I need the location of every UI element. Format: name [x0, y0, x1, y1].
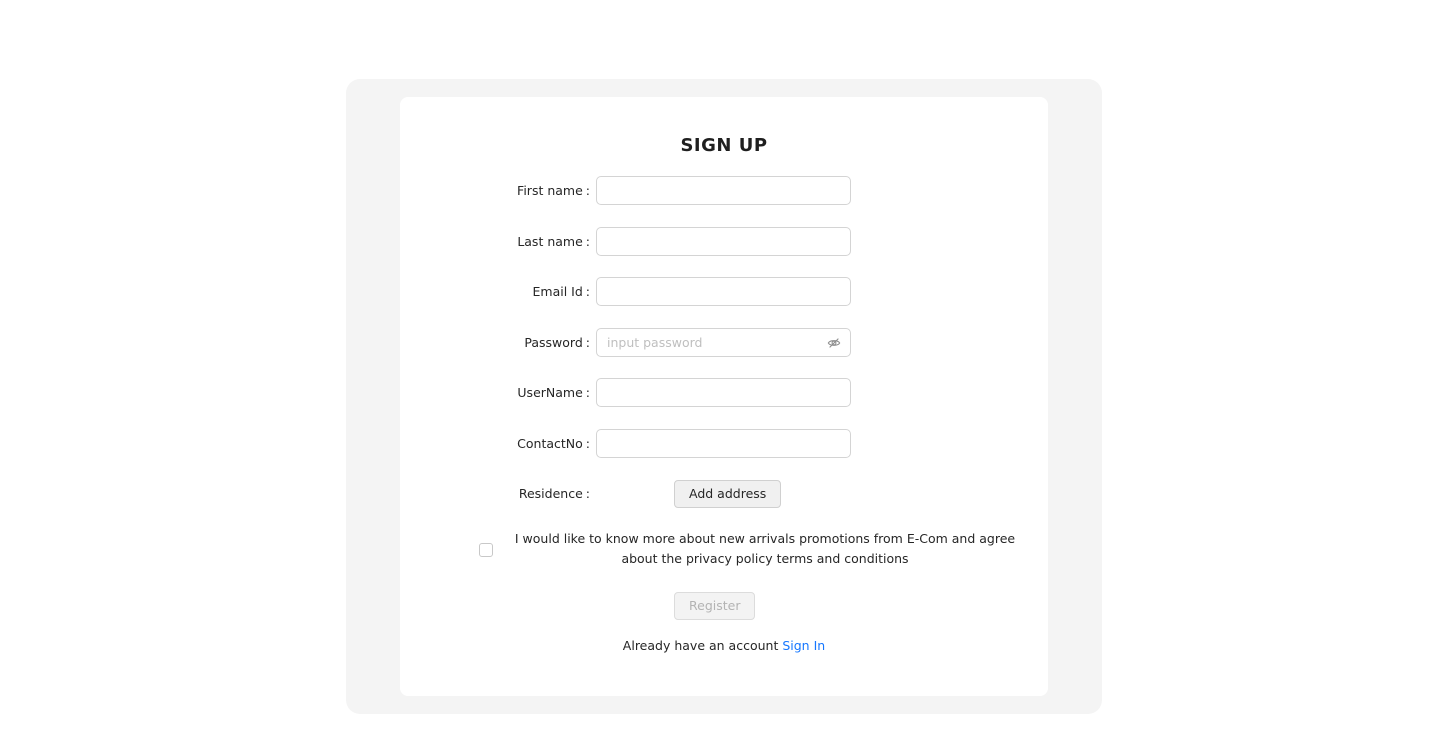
- residence-label: Residence:: [518, 486, 590, 501]
- password-label: Password:: [524, 335, 590, 350]
- username-row: UserName:: [400, 378, 1048, 407]
- contact-input[interactable]: [596, 429, 851, 458]
- password-row: Password:: [400, 328, 1048, 357]
- email-label: Email Id:: [532, 284, 591, 299]
- signup-panel: SIGN UP First name: Last name: Email Id:…: [346, 79, 1102, 714]
- password-input[interactable]: [607, 329, 812, 356]
- last-name-input[interactable]: [596, 227, 851, 256]
- email-input[interactable]: [596, 277, 851, 306]
- residence-row: Residence: Add address: [400, 479, 1048, 508]
- signin-prompt: Already have an account Sign In: [400, 638, 1048, 653]
- first-name-row: First name:: [400, 176, 1048, 205]
- register-button[interactable]: Register: [674, 592, 756, 620]
- password-field: [596, 328, 851, 357]
- contact-row: ContactNo:: [400, 429, 1048, 458]
- email-row: Email Id:: [400, 277, 1048, 306]
- username-input[interactable]: [596, 378, 851, 407]
- username-label: UserName:: [517, 385, 590, 400]
- sign-in-link[interactable]: Sign In: [782, 638, 825, 653]
- eye-invisible-icon[interactable]: [827, 336, 841, 350]
- last-name-label: Last name:: [517, 234, 590, 249]
- page-title: SIGN UP: [680, 135, 768, 156]
- first-name-label: First name:: [517, 183, 590, 198]
- contact-label: ContactNo:: [517, 436, 590, 451]
- consent-text: I would like to know more about new arri…: [514, 531, 1016, 566]
- signin-prompt-text: Already have an account: [622, 638, 779, 653]
- consent-checkbox[interactable]: [479, 543, 493, 557]
- signup-card: SIGN UP First name: Last name: Email Id:…: [400, 97, 1048, 696]
- first-name-input[interactable]: [596, 176, 851, 205]
- last-name-row: Last name:: [400, 227, 1048, 256]
- add-address-button[interactable]: Add address: [674, 480, 782, 508]
